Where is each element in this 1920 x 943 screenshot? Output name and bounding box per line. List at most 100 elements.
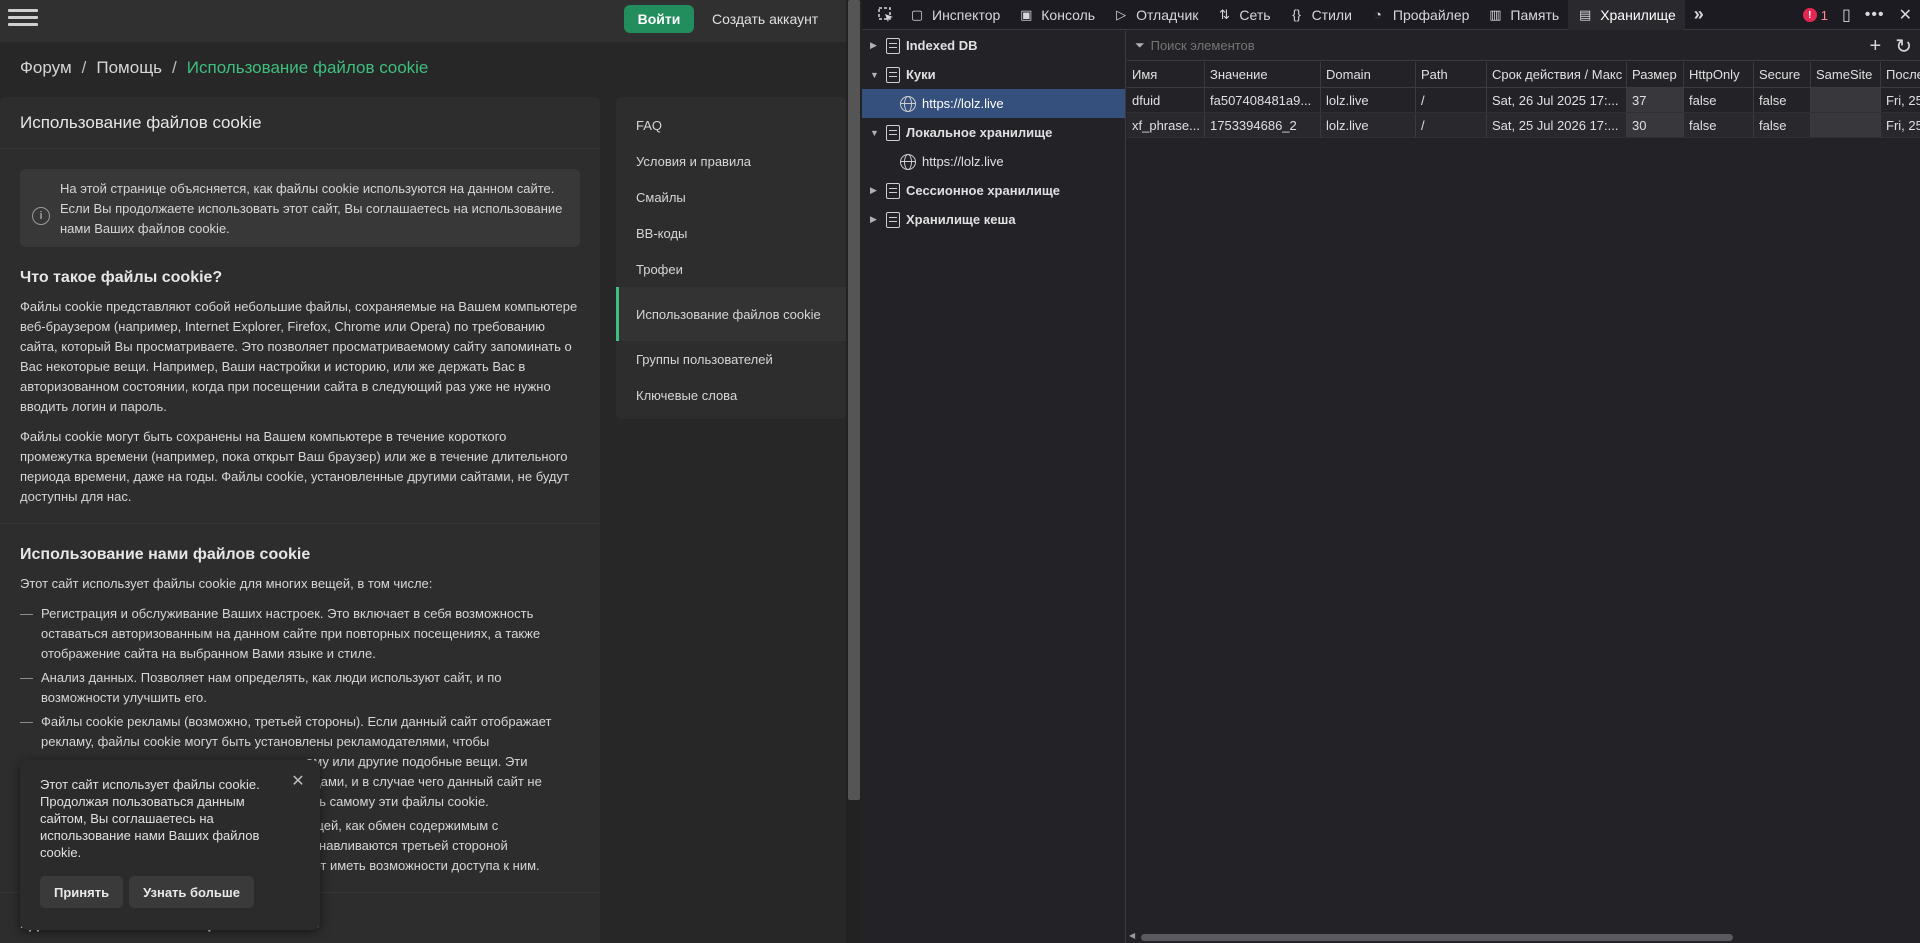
element-picker-icon[interactable] — [872, 1, 900, 29]
globe-icon — [900, 95, 916, 112]
info-icon: i — [32, 207, 50, 225]
tree-label: https://lolz.live — [922, 96, 1004, 111]
tab-console[interactable]: ▣ Консоль — [1009, 0, 1104, 30]
notice-line-1: На этой странице объясняется, как файлы … — [60, 181, 555, 196]
sidebar-item-user-groups[interactable]: Группы пользователей — [616, 341, 846, 377]
tab-label: Профайлер — [1392, 6, 1470, 23]
table-horizontal-scrollbar[interactable]: ◀ — [1127, 931, 1920, 943]
tree-item-cache-storage[interactable]: ▶ Хранилище кеша — [862, 205, 1125, 234]
tab-styles[interactable]: {} Стили — [1280, 0, 1361, 30]
column-header-name[interactable]: Имя — [1127, 62, 1205, 87]
column-header-secure[interactable]: Secure — [1754, 62, 1811, 87]
close-icon[interactable]: ✕ — [1899, 5, 1912, 25]
sidebar-item-keywords[interactable]: Ключевые слова — [616, 377, 846, 413]
devtools-pane: ▢ Инспектор ▣ Консоль ▷ Отладчик ⇅ Сеть {} Ст… — [862, 0, 1920, 943]
cell-httponly: false — [1684, 88, 1754, 112]
debugger-icon: ▷ — [1116, 6, 1127, 22]
divider — [0, 523, 600, 524]
sidebar-item-trophies[interactable]: Трофеи — [616, 251, 846, 287]
database-icon — [886, 124, 900, 141]
page-scrollbar[interactable] — [846, 0, 862, 943]
cell-size: 37 — [1627, 88, 1684, 112]
refresh-icon[interactable]: ↻ — [1895, 34, 1912, 59]
tree-item-local-storage[interactable]: ▼ Локальное хранилище — [862, 118, 1125, 147]
more-tabs-icon[interactable]: » — [1685, 0, 1713, 30]
sidebar-item-terms[interactable]: Условия и правила — [616, 143, 846, 179]
hamburger-menu-icon[interactable] — [8, 5, 38, 35]
error-icon: ! — [1802, 8, 1817, 22]
notice-line-2: Если Вы продолжаете использовать этот са… — [60, 201, 563, 236]
styles-icon: {} — [1292, 7, 1301, 22]
column-header-httponly[interactable]: HttpOnly — [1684, 62, 1754, 87]
site-header: Войти Создать аккаунт — [0, 0, 846, 42]
filter-bar: ⏷ + ↻ — [1127, 31, 1920, 61]
list-item-text: Файлы cookie рекламы (возможно, третьей … — [41, 714, 552, 749]
tab-memory[interactable]: ▥ Память — [1478, 0, 1568, 30]
scrollbar-thumb[interactable] — [848, 0, 860, 800]
sidebar-item-cookies[interactable]: Использование файлов cookie — [616, 287, 846, 341]
database-icon — [886, 211, 900, 228]
tree-label: Хранилище кеша — [906, 212, 1016, 227]
breadcrumb-forum[interactable]: Форум — [20, 58, 72, 78]
tree-item-session-storage[interactable]: ▶ Сессионное хранилище — [862, 176, 1125, 205]
paragraph: Файлы cookie могут быть сохранены на Ваш… — [20, 429, 569, 504]
column-header-last-accessed[interactable]: После — [1881, 62, 1920, 87]
scrollbar-thumb[interactable] — [1141, 934, 1733, 941]
collapse-arrow-icon[interactable]: ▼ — [870, 70, 880, 80]
tab-label: Сеть — [1239, 6, 1271, 23]
expand-arrow-icon[interactable]: ▶ — [870, 185, 880, 196]
sidebar-item-faq[interactable]: FAQ — [616, 107, 846, 143]
accept-button[interactable]: Принять — [40, 876, 124, 908]
breadcrumb-help[interactable]: Помощь — [96, 58, 162, 78]
add-item-icon[interactable]: + — [1870, 35, 1882, 58]
table-row[interactable]: xf_phrase... 1753394686_2 lolz.live / Sa… — [1127, 113, 1920, 138]
breadcrumb-current[interactable]: Использование файлов cookie — [187, 58, 429, 78]
tab-label: Отладчик — [1136, 6, 1199, 23]
cell-domain: lolz.live — [1321, 113, 1416, 137]
tree-item-cookies[interactable]: ▼ Куки — [862, 60, 1125, 89]
login-button[interactable]: Войти — [624, 5, 694, 33]
tree-item-indexeddb[interactable]: ▶ Indexed DB — [862, 31, 1125, 60]
cell-domain: lolz.live — [1321, 88, 1416, 112]
sidebar-item-smilies[interactable]: Смайлы — [616, 179, 846, 215]
close-icon[interactable]: ✕ — [290, 774, 306, 790]
cell-last-accessed: Fri, 25 — [1886, 117, 1920, 133]
tree-label: Сессионное хранилище — [906, 183, 1061, 198]
tab-label: Память — [1510, 6, 1560, 23]
console-icon: ▣ — [1020, 6, 1033, 22]
cell-secure: false — [1754, 88, 1811, 112]
collapse-arrow-icon[interactable]: ▼ — [870, 128, 880, 138]
responsive-design-icon[interactable]: ▯ — [1842, 5, 1851, 25]
more-options-icon[interactable]: ••• — [1865, 6, 1885, 24]
tree-item-local-host[interactable]: https://lolz.live — [862, 147, 1125, 176]
section-title-what-is: Что такое файлы cookie? — [20, 269, 223, 286]
error-count-badge[interactable]: ! 1 — [1802, 8, 1828, 23]
column-header-size[interactable]: Размер — [1627, 62, 1684, 87]
cell-secure: false — [1754, 113, 1811, 137]
expand-arrow-icon[interactable]: ▶ — [870, 214, 880, 225]
expand-arrow-icon[interactable]: ▶ — [870, 40, 880, 51]
tree-item-cookie-host[interactable]: https://lolz.live — [862, 89, 1125, 118]
column-header-value[interactable]: Значение — [1205, 62, 1321, 87]
tab-profiler[interactable]: ◔ Профайлер — [1361, 0, 1479, 30]
tab-storage[interactable]: ▤ Хранилище — [1568, 0, 1685, 30]
column-header-expires[interactable]: Срок действия / Макс — [1487, 62, 1627, 87]
scroll-left-icon[interactable]: ◀ — [1129, 931, 1135, 940]
tab-inspector[interactable]: ▢ Инспектор — [900, 0, 1009, 30]
column-header-domain[interactable]: Domain — [1321, 62, 1416, 87]
cell-expires: Sat, 26 Jul 2025 17:... — [1487, 88, 1627, 112]
tab-network[interactable]: ⇅ Сеть — [1207, 0, 1279, 30]
register-button[interactable]: Создать аккаунт — [704, 5, 826, 33]
tab-debugger[interactable]: ▷ Отладчик — [1104, 0, 1207, 30]
column-header-path[interactable]: Path — [1416, 62, 1487, 87]
learn-more-button[interactable]: Узнать больше — [129, 876, 254, 908]
filter-icon: ⏷ — [1135, 38, 1145, 52]
table-row[interactable]: dfuid fa507408481a9... lolz.live / Sat, … — [1127, 88, 1920, 113]
tab-label: Стили — [1311, 6, 1352, 23]
database-icon — [886, 182, 900, 199]
filter-input[interactable] — [1150, 38, 1451, 53]
sidebar-item-bbcodes[interactable]: BB-коды — [616, 215, 846, 251]
cell-value: 1753394686_2 — [1205, 113, 1321, 137]
column-header-samesite[interactable]: SameSite — [1811, 62, 1881, 87]
paragraph: Файлы cookie представляют собой небольши… — [20, 299, 578, 414]
